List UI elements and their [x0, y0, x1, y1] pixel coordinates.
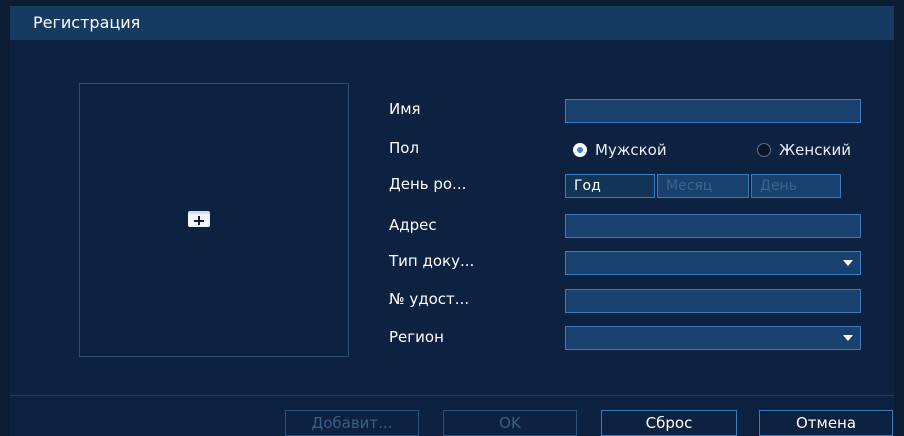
chevron-down-icon — [843, 335, 853, 341]
address-label: Адрес — [389, 216, 437, 234]
address-input[interactable] — [565, 214, 861, 238]
gender-label: Пол — [389, 139, 420, 157]
radio-unselected-icon — [757, 143, 771, 157]
birthday-day-field[interactable]: День — [751, 174, 841, 198]
gender-female-label: Женский — [779, 141, 851, 159]
add-button[interactable]: Добавит... — [285, 410, 419, 436]
reset-button[interactable]: Сброс — [601, 410, 737, 436]
gender-female-radio[interactable]: Женский — [757, 141, 851, 159]
gender-male-label: Мужской — [595, 141, 667, 159]
title-bar: Регистрация — [10, 6, 894, 40]
gender-male-radio[interactable]: Мужской — [573, 141, 667, 159]
doc-number-input[interactable] — [565, 289, 861, 313]
chevron-down-icon — [843, 260, 853, 266]
dialog-title: Регистрация — [33, 13, 141, 32]
birthday-month-field[interactable]: Месяц — [657, 174, 749, 198]
name-input[interactable] — [565, 99, 861, 123]
ok-button[interactable]: OK — [443, 410, 577, 436]
doc-type-select[interactable] — [565, 251, 861, 275]
registration-dialog: Регистрация Имя Пол Мужской Женский День… — [10, 6, 894, 436]
photo-upload-area[interactable] — [79, 83, 349, 357]
cancel-button[interactable]: Отмена — [759, 410, 893, 436]
doc-number-label: № удост... — [389, 290, 470, 308]
birthday-year-field[interactable]: Год — [565, 174, 655, 198]
doc-type-label: Тип доку... — [389, 252, 475, 270]
footer-divider — [10, 395, 894, 396]
birthday-label: День ро... — [389, 175, 467, 193]
region-select[interactable] — [565, 326, 861, 350]
name-label: Имя — [389, 100, 421, 118]
region-label: Регион — [389, 328, 444, 346]
radio-selected-icon — [573, 143, 587, 157]
add-photo-icon[interactable] — [188, 211, 210, 227]
